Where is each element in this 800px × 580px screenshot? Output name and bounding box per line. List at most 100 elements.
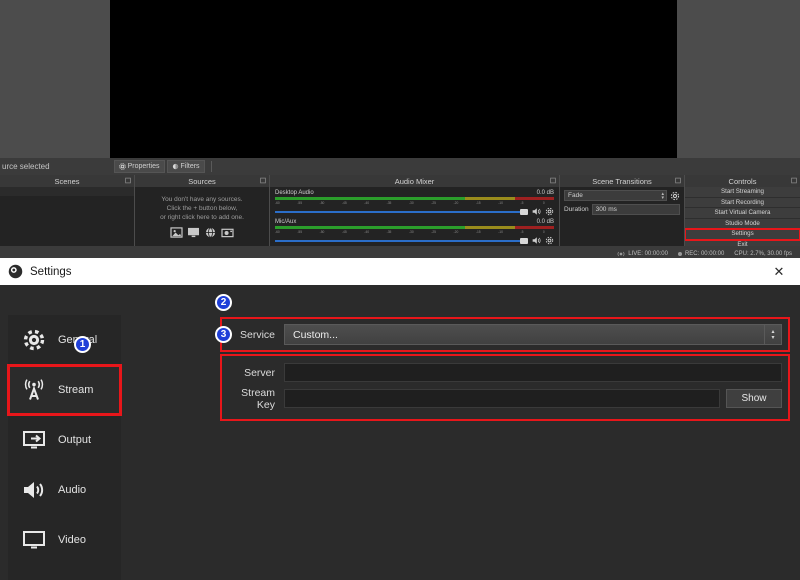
connection-group: Server Stream Key Show — [220, 354, 790, 421]
monitor-icon — [22, 528, 46, 552]
scene-list-item[interactable] — [0, 187, 134, 196]
mixer-volume-row — [275, 236, 554, 245]
mixer-track: Mic/Aux 0.0 dB -60 -55 -50 -45 -40 -35 -30 -2… — [270, 216, 559, 245]
float-icon[interactable] — [791, 177, 797, 184]
sidebar-item-label: Output — [58, 434, 92, 446]
studio-mode-button[interactable]: Studio Mode — [685, 218, 800, 229]
sources-title: Sources — [188, 176, 216, 186]
service-group: Service Custom... ▴ ▾ — [220, 317, 790, 352]
broadcast-icon — [617, 251, 625, 257]
duration-value: 300 ms — [595, 206, 617, 213]
sources-empty-line3: or right click here to add one. — [160, 214, 244, 221]
mixer-track-level: 0.0 dB — [536, 219, 554, 225]
rec-label: REC: 00:00:00 — [684, 251, 725, 257]
sources-empty-line1: You don't have any sources. — [161, 196, 243, 203]
mixer-track-level: 0.0 dB — [536, 190, 554, 196]
service-row: Service Custom... ▴ ▾ — [228, 324, 782, 345]
server-row: Server — [228, 362, 782, 383]
transition-duration-row: Duration 300 ms — [560, 201, 684, 215]
duration-label: Duration — [564, 206, 589, 213]
properties-label: Properties — [127, 163, 160, 170]
preview-canvas[interactable] — [110, 0, 677, 158]
volume-slider-handle[interactable] — [520, 208, 528, 215]
settings-title: Settings — [30, 265, 72, 278]
stream-settings-form: Service Custom... ▴▾ Server Stream Key — [220, 317, 790, 421]
browser-source-icon[interactable] — [204, 227, 217, 238]
display-source-icon[interactable] — [187, 227, 200, 238]
camera-source-icon[interactable] — [221, 227, 234, 238]
duration-input[interactable]: 300 ms — [591, 204, 680, 215]
transitions-title: Scene Transitions — [592, 176, 652, 186]
filters-label: Filters — [180, 163, 200, 170]
sidebar-item-hotkeys[interactable]: Hotkeys — [8, 565, 121, 580]
source-selection-status: urce selected — [2, 162, 50, 171]
service-label: Service — [239, 328, 275, 341]
sidebar-item-label: Audio — [58, 484, 87, 496]
start-recording-button[interactable]: Start Recording — [685, 197, 800, 208]
sources-empty-line2: Click the + button below, — [166, 205, 238, 212]
volume-slider[interactable] — [275, 237, 528, 244]
sidebar-item-general[interactable]: General — [8, 315, 121, 365]
sources-type-icons — [135, 227, 269, 238]
toolbar-divider — [210, 161, 212, 172]
sources-list[interactable]: You don't have any sources. Click the + … — [135, 187, 269, 247]
float-icon[interactable] — [675, 177, 681, 184]
chevron-updown-icon[interactable]: ▴ ▾ — [764, 325, 781, 344]
volume-slider[interactable] — [275, 208, 528, 215]
start-virtual-camera-button[interactable]: Start Virtual Camera — [685, 208, 800, 219]
server-input[interactable] — [284, 363, 782, 382]
obs-logo-icon — [8, 264, 23, 279]
settings-button[interactable]: Settings — [685, 228, 800, 241]
volume-slider-handle[interactable] — [520, 237, 528, 244]
mixer-title: Audio Mixer — [394, 176, 435, 186]
filters-button[interactable]: Filters — [166, 160, 205, 173]
settings-title-bar: Settings ✕ — [0, 258, 800, 285]
controls-panel-header: Controls — [685, 175, 800, 187]
toolbar-buttons: Properties Filters — [113, 160, 212, 173]
controls-button-list: Start Streaming Start Recording Start Vi… — [685, 187, 800, 250]
stream-key-label: Stream Key — [241, 386, 275, 411]
sidebar-item-label: Stream — [58, 384, 94, 396]
mixer-track-name: Mic/Aux — [275, 219, 297, 225]
filters-icon — [172, 163, 178, 170]
speaker-icon[interactable] — [532, 236, 541, 245]
settings-dialog: Settings ✕ General — [0, 258, 800, 580]
spinner-icon[interactable]: ▴ ▾ — [661, 192, 664, 201]
stream-key-row: Stream Key Show — [228, 386, 782, 411]
sidebar-item-output[interactable]: Output — [8, 415, 121, 465]
gear-icon[interactable] — [670, 191, 680, 201]
stream-key-input[interactable] — [284, 389, 720, 408]
speaker-icon[interactable] — [532, 207, 541, 216]
image-source-icon[interactable] — [170, 227, 183, 238]
float-icon[interactable] — [260, 177, 266, 184]
sidebar-item-label: Video — [58, 534, 86, 546]
speaker-icon — [22, 478, 46, 502]
properties-button[interactable]: Properties — [113, 160, 165, 173]
broadcast-icon — [22, 378, 46, 402]
service-select[interactable]: Custom... ▴ ▾ — [284, 324, 782, 345]
mixer-db-scale: -60 -55 -50 -45 -40 -35 -30 -25 -20 -15 -10 -5 0 — [275, 230, 545, 234]
start-streaming-button[interactable]: Start Streaming — [685, 187, 800, 198]
output-monitor-icon — [22, 428, 46, 452]
mixer-track-header: Mic/Aux 0.0 dB — [275, 219, 554, 225]
close-icon[interactable]: ✕ — [758, 258, 800, 285]
record-dot-icon — [677, 252, 682, 256]
sources-panel-header: Sources — [135, 175, 269, 187]
gear-icon — [118, 163, 126, 170]
annotation-badge-2: 2 — [215, 294, 232, 311]
gear-icon[interactable] — [545, 207, 554, 216]
settings-body: General Stream — [0, 285, 800, 580]
sidebar-item-stream[interactable]: Stream — [7, 364, 122, 416]
annotation-badge-3: 3 — [215, 326, 232, 343]
sidebar-item-video[interactable]: Video — [8, 515, 121, 565]
sources-empty-state: You don't have any sources. Click the + … — [135, 187, 269, 222]
float-icon[interactable] — [550, 177, 556, 184]
sidebar-item-audio[interactable]: Audio — [8, 465, 121, 515]
float-icon[interactable] — [125, 177, 131, 184]
transition-select-row: Fade ▴ ▾ — [560, 187, 684, 201]
gear-icon[interactable] — [545, 236, 554, 245]
rec-status: REC: 00:00:00 — [677, 251, 725, 257]
transition-select[interactable]: Fade ▴ ▾ — [564, 190, 667, 201]
scenes-list[interactable] — [0, 187, 134, 247]
show-stream-key-button[interactable]: Show — [726, 389, 782, 408]
